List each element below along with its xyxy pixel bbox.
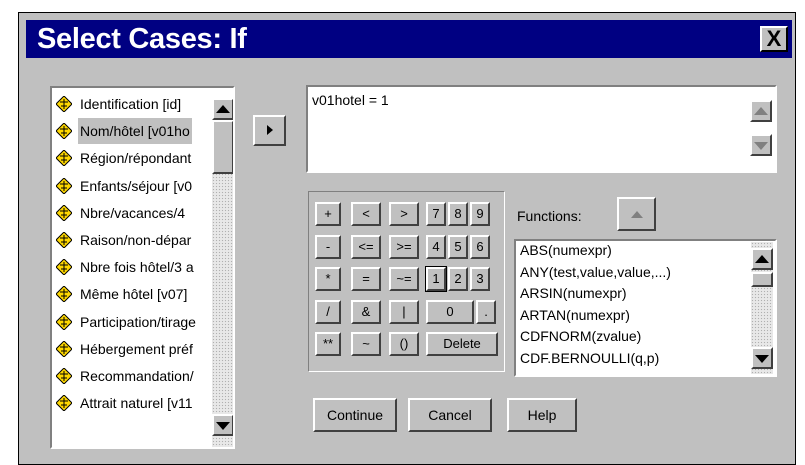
variable-label: Nom/hôtel [v01ho bbox=[78, 118, 192, 145]
keypad-key[interactable]: 7 bbox=[426, 202, 446, 226]
keypad-key[interactable]: 8 bbox=[448, 202, 468, 226]
diamond-scale-icon bbox=[56, 204, 72, 221]
keypad-key[interactable]: Delete bbox=[426, 332, 498, 356]
diamond-scale-icon bbox=[56, 368, 72, 384]
keypad-key[interactable]: = bbox=[351, 267, 381, 291]
keypad-key[interactable]: 1 bbox=[425, 266, 447, 292]
variable-label: Région/répondant bbox=[80, 150, 192, 167]
variable-list-scrollbar[interactable] bbox=[212, 98, 233, 447]
keypad-key[interactable]: () bbox=[389, 332, 419, 356]
variable-scroll-up-button[interactable] bbox=[212, 98, 233, 120]
expression-box[interactable]: v01hotel = 1 bbox=[306, 85, 777, 173]
keypad-key[interactable]: <= bbox=[351, 234, 381, 259]
variable-label: Raison/non-dépar bbox=[80, 232, 192, 248]
right-arrow-icon bbox=[266, 125, 273, 135]
keypad-key[interactable]: > bbox=[389, 202, 419, 226]
diamond-scale-icon bbox=[56, 123, 72, 140]
variable-label: Participation/tirage bbox=[80, 313, 196, 330]
dialog-title: Select Cases: If bbox=[37, 23, 247, 55]
variable-item[interactable]: Même hôtel [v07] bbox=[54, 281, 210, 307]
variable-label: Nbre/vacances/4 bbox=[80, 204, 186, 221]
function-item[interactable]: ARTAN(numexpr) bbox=[520, 307, 630, 324]
keypad-key[interactable]: 2 bbox=[448, 267, 468, 291]
diamond-scale-icon bbox=[56, 177, 72, 194]
keypad-key[interactable]: >= bbox=[389, 234, 419, 259]
keypad-key[interactable]: 6 bbox=[470, 234, 490, 259]
function-item[interactable]: ABS(numexpr) bbox=[520, 242, 612, 259]
variable-item[interactable]: Recommandation/ bbox=[54, 363, 210, 389]
variable-item[interactable]: Nbre/vacances/4 bbox=[54, 200, 210, 226]
variable-item[interactable]: Participation/tirage bbox=[54, 309, 210, 335]
keypad-key[interactable]: 3 bbox=[470, 267, 490, 291]
title-bar[interactable]: Select Cases: If X bbox=[26, 20, 792, 58]
variable-label: Recommandation/ bbox=[80, 368, 194, 384]
variable-item[interactable]: Raison/non-dépar bbox=[54, 227, 210, 253]
function-item[interactable]: CDF.BERNOULLI(q,p) bbox=[520, 350, 659, 367]
keypad-key[interactable]: ~ bbox=[351, 332, 381, 356]
up-arrow-icon bbox=[630, 211, 643, 218]
variable-item[interactable]: Attrait naturel [v11 bbox=[54, 390, 210, 416]
select-cases-if-dialog: Select Cases: If X Identification [id] No… bbox=[18, 12, 796, 465]
functions-list[interactable]: ABS(numexpr) ANY(test,value,value,...) ARS… bbox=[514, 239, 777, 377]
expression-scroll-up-button[interactable] bbox=[750, 100, 772, 122]
expression-scroll-down-button[interactable] bbox=[750, 134, 772, 156]
diamond-scale-icon bbox=[56, 259, 72, 276]
diamond-scale-icon bbox=[56, 313, 72, 330]
function-item[interactable]: CDFNORM(zvalue) bbox=[520, 328, 641, 345]
keypad-key[interactable]: ** bbox=[315, 332, 341, 356]
variable-label: Enfants/séjour [v0 bbox=[80, 177, 193, 194]
variable-item[interactable]: Nom/hôtel [v01ho bbox=[54, 118, 210, 145]
functions-scroll-thumb[interactable] bbox=[751, 272, 773, 287]
functions-scroll-down-button[interactable] bbox=[751, 347, 773, 369]
cancel-button[interactable]: Cancel bbox=[408, 398, 492, 432]
keypad-key[interactable]: 9 bbox=[470, 202, 490, 226]
variable-list[interactable]: Identification [id] Nom/hôtel [v01ho Régio… bbox=[50, 86, 235, 449]
functions-scrollbar[interactable] bbox=[751, 242, 773, 374]
keypad-key[interactable]: < bbox=[351, 202, 381, 226]
keypad-key[interactable]: + bbox=[315, 202, 341, 226]
keypad-key[interactable]: & bbox=[351, 299, 381, 324]
move-variable-button[interactable] bbox=[253, 115, 286, 146]
variable-item[interactable]: Enfants/séjour [v0 bbox=[54, 173, 210, 199]
keypad-key[interactable]: 5 bbox=[448, 234, 468, 259]
functions-label: Functions: bbox=[517, 208, 582, 224]
keypad-key[interactable]: * bbox=[315, 267, 341, 291]
variable-item[interactable]: Hébergement préf bbox=[54, 336, 210, 362]
variable-item[interactable]: Région/répondant bbox=[54, 145, 210, 171]
variable-label: Identification [id] bbox=[80, 96, 182, 112]
help-button[interactable]: Help bbox=[507, 398, 577, 432]
diamond-scale-icon bbox=[56, 395, 72, 412]
functions-scroll-up-button[interactable] bbox=[751, 248, 773, 270]
variable-scroll-down-button[interactable] bbox=[212, 414, 233, 436]
variable-label: Hébergement préf bbox=[80, 340, 193, 357]
keypad-key[interactable]: - bbox=[315, 234, 341, 259]
diamond-scale-icon bbox=[56, 150, 72, 167]
diamond-scale-icon bbox=[56, 232, 72, 248]
keypad-key[interactable]: ~= bbox=[389, 267, 419, 291]
keypad-key[interactable]: 4 bbox=[426, 234, 446, 259]
variable-label: Même hôtel [v07] bbox=[80, 286, 188, 303]
function-item[interactable]: ARSIN(numexpr) bbox=[520, 285, 627, 302]
variable-label: Attrait naturel [v11 bbox=[80, 395, 193, 412]
expression-text[interactable]: v01hotel = 1 bbox=[312, 92, 389, 108]
variable-label: Nbre fois hôtel/3 a bbox=[80, 259, 194, 276]
calculator-keypad: + < >7 8 9 - <= >= 4 5 6 * = ~= 1 2 3 /& | 0. ** ~ () Delete bbox=[308, 191, 505, 372]
diamond-scale-icon bbox=[56, 96, 72, 112]
keypad-key[interactable]: 0 bbox=[426, 299, 474, 324]
continue-button[interactable]: Continue bbox=[313, 398, 397, 432]
keypad-key[interactable]: . bbox=[476, 299, 496, 324]
variable-item[interactable]: Identification [id] bbox=[54, 91, 210, 117]
function-item[interactable]: ANY(test,value,value,...) bbox=[520, 264, 671, 281]
close-button[interactable]: X bbox=[760, 26, 788, 52]
keypad-key[interactable]: / bbox=[315, 299, 341, 324]
keypad-key[interactable]: | bbox=[389, 299, 419, 324]
diamond-scale-icon bbox=[56, 340, 72, 357]
paste-function-button[interactable] bbox=[617, 197, 656, 231]
diamond-scale-icon bbox=[56, 286, 72, 303]
variable-scroll-thumb[interactable] bbox=[212, 120, 233, 174]
variable-item[interactable]: Nbre fois hôtel/3 a bbox=[54, 254, 210, 280]
